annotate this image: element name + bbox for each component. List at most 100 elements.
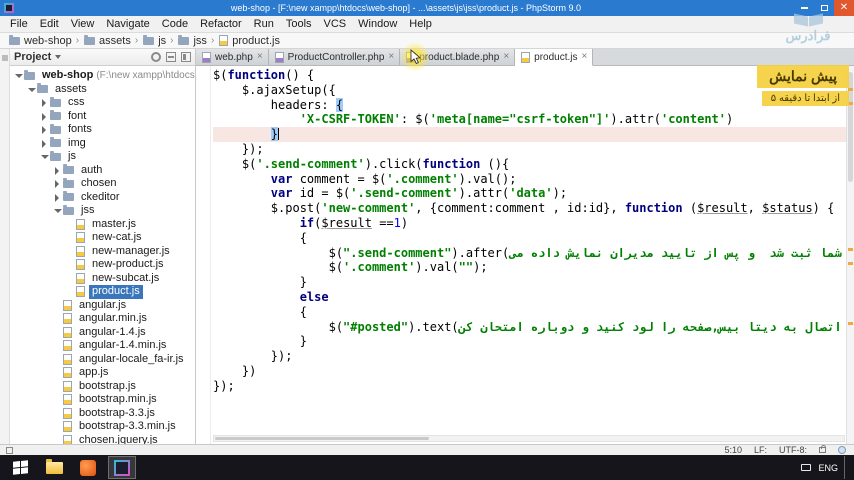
- tree-item-chosen[interactable]: chosen: [10, 177, 195, 191]
- code-line-1[interactable]: $(function() {: [213, 68, 846, 83]
- tree-item-web-shop[interactable]: web-shop (F:\new xampp\htdocs\web-shop): [10, 69, 195, 83]
- settings-gear-icon[interactable]: [151, 52, 161, 62]
- tree-item-jss[interactable]: jss: [10, 204, 195, 218]
- menu-item-edit[interactable]: Edit: [34, 18, 65, 30]
- breadcrumb-item-product-js[interactable]: product.js: [218, 35, 280, 47]
- breadcrumb-item-jss[interactable]: jss: [177, 34, 207, 47]
- tree-item-master-js[interactable]: master.js: [10, 218, 195, 232]
- tree-item-new-product-js[interactable]: new-product.js: [10, 258, 195, 272]
- close-tab-icon[interactable]: ×: [503, 52, 509, 62]
- recorder-app-button[interactable]: [74, 456, 102, 479]
- close-tab-icon[interactable]: ×: [582, 52, 588, 62]
- tree-item-bootstrap-3-3-min-js[interactable]: bootstrap-3.3.min.js: [10, 420, 195, 434]
- code-line-21[interactable]: }): [213, 364, 846, 379]
- close-button[interactable]: ✕: [834, 0, 854, 16]
- start-button[interactable]: [6, 456, 34, 479]
- tree-item-css[interactable]: css: [10, 96, 195, 110]
- collapse-arrow-icon[interactable]: [27, 85, 36, 94]
- tree-item-angular-locale-fa-ir-js[interactable]: angular-locale_fa-ir.js: [10, 353, 195, 367]
- code-line-17[interactable]: {: [213, 305, 846, 320]
- code-line-9[interactable]: var id = $('.send-comment').attr('data')…: [213, 186, 846, 201]
- code-line-13[interactable]: $(".send-comment").after(دیدگاه شما ثبت …: [213, 246, 846, 261]
- code-line-19[interactable]: }: [213, 334, 846, 349]
- menu-item-navigate[interactable]: Navigate: [100, 18, 155, 30]
- menu-item-run[interactable]: Run: [248, 18, 280, 30]
- collapse-arrow-icon[interactable]: [53, 206, 62, 215]
- breadcrumb-item-web-shop[interactable]: web-shop: [8, 34, 72, 47]
- menu-item-vcs[interactable]: VCS: [318, 18, 353, 30]
- code-line-22[interactable]: });: [213, 379, 846, 394]
- tree-item-bootstrap-3-3-js[interactable]: bootstrap-3.3.js: [10, 407, 195, 421]
- tree-item-assets[interactable]: assets: [10, 83, 195, 97]
- tree-item-angular-js[interactable]: angular.js: [10, 299, 195, 313]
- tree-item-bootstrap-min-js[interactable]: bootstrap.min.js: [10, 393, 195, 407]
- menu-item-refactor[interactable]: Refactor: [194, 18, 248, 30]
- tree-item-chosen-jquery-js[interactable]: chosen.jquery.js: [10, 434, 195, 444]
- file-explorer-button[interactable]: [40, 456, 68, 479]
- code-line-12[interactable]: {: [213, 231, 846, 246]
- tree-item-img[interactable]: img: [10, 137, 195, 151]
- expand-arrow-icon[interactable]: [53, 193, 62, 202]
- menu-item-code[interactable]: Code: [156, 18, 194, 30]
- tree-item-new-manager-js[interactable]: new-manager.js: [10, 245, 195, 259]
- close-tab-icon[interactable]: ×: [388, 52, 394, 62]
- menu-item-file[interactable]: File: [4, 18, 34, 30]
- maximize-button[interactable]: [814, 0, 834, 16]
- code-line-15[interactable]: }: [213, 275, 846, 290]
- collapse-all-icon[interactable]: [166, 52, 176, 62]
- tree-item-js[interactable]: js: [10, 150, 195, 164]
- tree-item-angular-min-js[interactable]: angular.min.js: [10, 312, 195, 326]
- tree-item-font[interactable]: font: [10, 110, 195, 124]
- warning-stripe-mark[interactable]: [848, 322, 853, 325]
- breadcrumb-item-js[interactable]: js: [142, 34, 166, 47]
- tool-window-switcher-icon[interactable]: [6, 446, 13, 454]
- caret-position[interactable]: 5:10: [724, 445, 742, 455]
- code-line-16[interactable]: else: [213, 290, 846, 305]
- tree-item-fonts[interactable]: fonts: [10, 123, 195, 137]
- tree-item-app-js[interactable]: app.js: [10, 366, 195, 380]
- lock-icon[interactable]: [819, 445, 826, 453]
- inspections-hector-icon[interactable]: [838, 446, 846, 454]
- show-desktop-button[interactable]: [844, 456, 848, 479]
- project-tool-window-button[interactable]: [1, 55, 8, 61]
- tree-item-auth[interactable]: auth: [10, 164, 195, 178]
- phpstorm-taskbar-button[interactable]: [108, 456, 136, 479]
- tab-product-blade-php[interactable]: product.blade.php ×: [400, 49, 516, 65]
- project-panel-title[interactable]: Project: [14, 51, 51, 63]
- encoding-indicator[interactable]: UTF-8:: [779, 445, 807, 455]
- warning-stripe-mark[interactable]: [848, 262, 853, 265]
- code-line-6[interactable]: });: [213, 142, 846, 157]
- code-line-11[interactable]: if($result ==1): [213, 216, 846, 231]
- horizontal-scrollbar[interactable]: [213, 435, 845, 442]
- menu-item-tools[interactable]: Tools: [280, 18, 318, 30]
- tree-item-product-js[interactable]: product.js: [10, 285, 195, 299]
- tree-item-bootstrap-js[interactable]: bootstrap.js: [10, 380, 195, 394]
- line-separator-indicator[interactable]: LF:: [754, 445, 767, 455]
- code-area[interactable]: $(function() { $.ajaxSetup({ headers: { …: [213, 66, 846, 434]
- tab-productcontroller-php[interactable]: ProductController.php ×: [268, 49, 401, 65]
- code-line-2[interactable]: $.ajaxSetup({: [213, 83, 846, 98]
- menu-item-help[interactable]: Help: [403, 18, 438, 30]
- collapse-arrow-icon[interactable]: [40, 152, 49, 161]
- expand-arrow-icon[interactable]: [53, 166, 62, 175]
- code-line-8[interactable]: var comment = $('.comment').val();: [213, 172, 846, 187]
- code-line-14[interactable]: $('.comment').val("");: [213, 260, 846, 275]
- tree-item-new-subcat-js[interactable]: new-subcat.js: [10, 272, 195, 286]
- breadcrumb-item-assets[interactable]: assets: [83, 34, 131, 47]
- tray-keyboard-icon[interactable]: [801, 464, 812, 471]
- expand-arrow-icon[interactable]: [40, 139, 49, 148]
- tree-item-ckeditor[interactable]: ckeditor: [10, 191, 195, 205]
- chevron-down-icon[interactable]: [55, 55, 62, 59]
- code-line-18[interactable]: $("#posted").text(خطا در اتصال به دیتا ب…: [213, 320, 846, 335]
- language-indicator[interactable]: ENG: [818, 463, 838, 473]
- tree-item-new-cat-js[interactable]: new-cat.js: [10, 231, 195, 245]
- code-line-7[interactable]: $('.send-comment').click(function (){: [213, 157, 846, 172]
- minimize-button[interactable]: [794, 0, 814, 16]
- collapse-arrow-icon[interactable]: [14, 71, 23, 80]
- hide-panel-icon[interactable]: [181, 52, 191, 62]
- menu-item-window[interactable]: Window: [352, 18, 403, 30]
- close-tab-icon[interactable]: ×: [257, 52, 263, 62]
- code-line-10[interactable]: $.post('new-comment', {comment:comment ,…: [213, 201, 846, 216]
- code-line-20[interactable]: });: [213, 349, 846, 364]
- tree-item-angular-1-4-js[interactable]: angular-1.4.js: [10, 326, 195, 340]
